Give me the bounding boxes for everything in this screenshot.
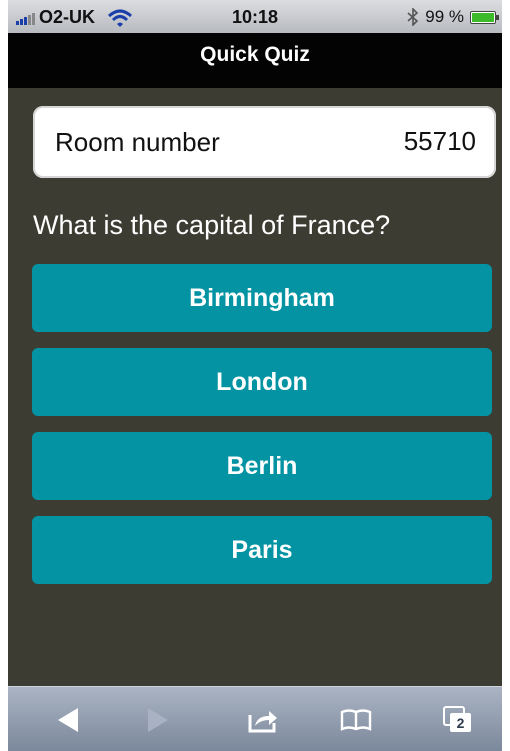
answer-button-birmingham[interactable]: Birmingham [32, 264, 492, 332]
status-bar: O2-UK 10:18 99 % [8, 0, 502, 33]
phone-screen: O2-UK 10:18 99 % Quick Quiz Room number … [8, 0, 502, 751]
battery-icon [470, 10, 499, 24]
back-button[interactable] [38, 687, 98, 751]
page-title: Quick Quiz [200, 43, 310, 66]
forward-button[interactable] [128, 687, 188, 751]
bluetooth-icon [407, 8, 419, 26]
carrier-info: O2-UK [16, 7, 133, 28]
tabs-icon: 2 [443, 705, 471, 732]
room-number-label: Room number [55, 127, 220, 157]
title-bar: Quick Quiz [8, 33, 502, 88]
status-right: 99 % [407, 7, 499, 27]
answer-button-london[interactable]: London [32, 348, 492, 416]
back-arrow-icon [58, 707, 78, 732]
bookmarks-button[interactable] [326, 687, 386, 751]
battery-percentage: 99 % [425, 7, 464, 26]
wifi-icon [108, 9, 133, 27]
browser-toolbar: 2 [8, 686, 502, 751]
tabs-count: 2 [457, 715, 465, 731]
answer-button-berlin[interactable]: Berlin [32, 432, 492, 500]
share-icon [248, 710, 277, 732]
carrier-name: O2-UK [39, 7, 96, 27]
bookmarks-book-icon [340, 708, 372, 731]
quiz-question: What is the capital of France? [33, 210, 391, 240]
forward-arrow-icon [148, 707, 168, 732]
answer-button-paris[interactable]: Paris [32, 516, 492, 584]
signal-strength-icon [16, 11, 35, 25]
room-number-value: 55710 [403, 126, 476, 156]
room-number-field[interactable]: Room number 55710 [33, 106, 496, 178]
share-button[interactable] [233, 687, 293, 751]
tabs-button[interactable]: 2 [433, 687, 483, 751]
